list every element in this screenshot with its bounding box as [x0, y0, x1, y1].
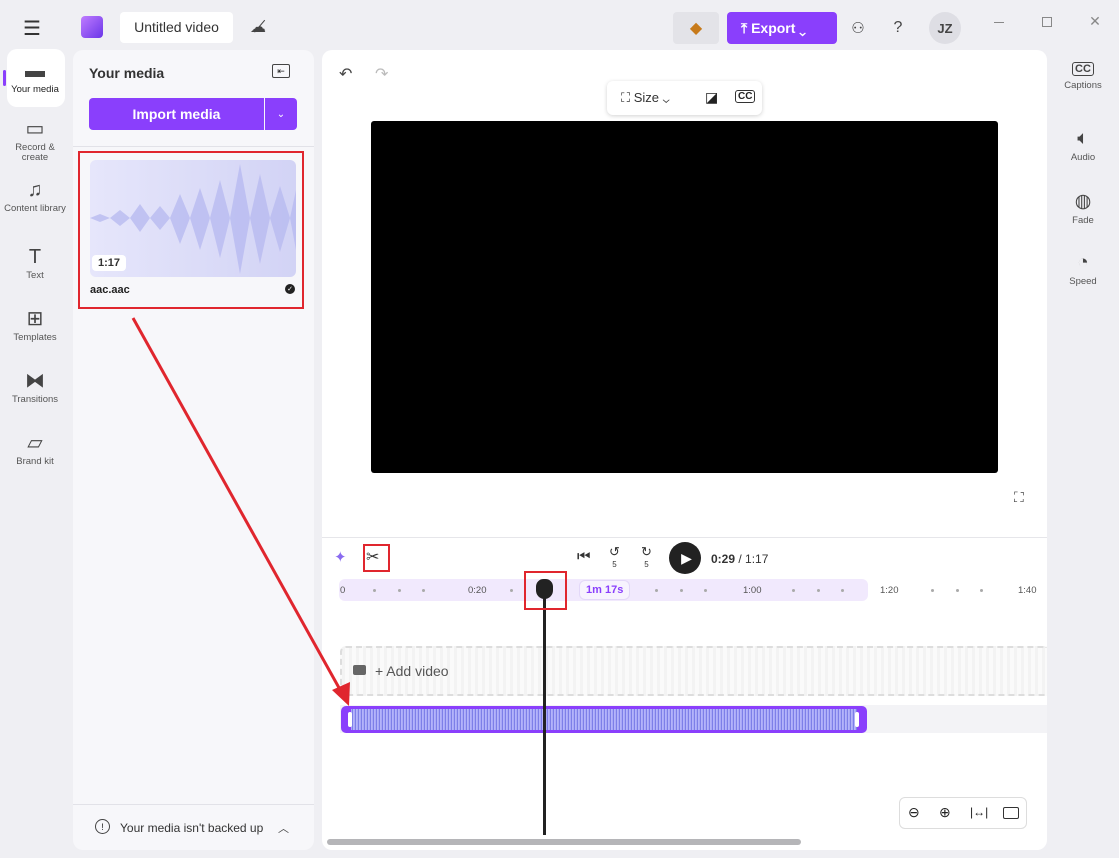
annotation-arrow	[0, 0, 1119, 858]
